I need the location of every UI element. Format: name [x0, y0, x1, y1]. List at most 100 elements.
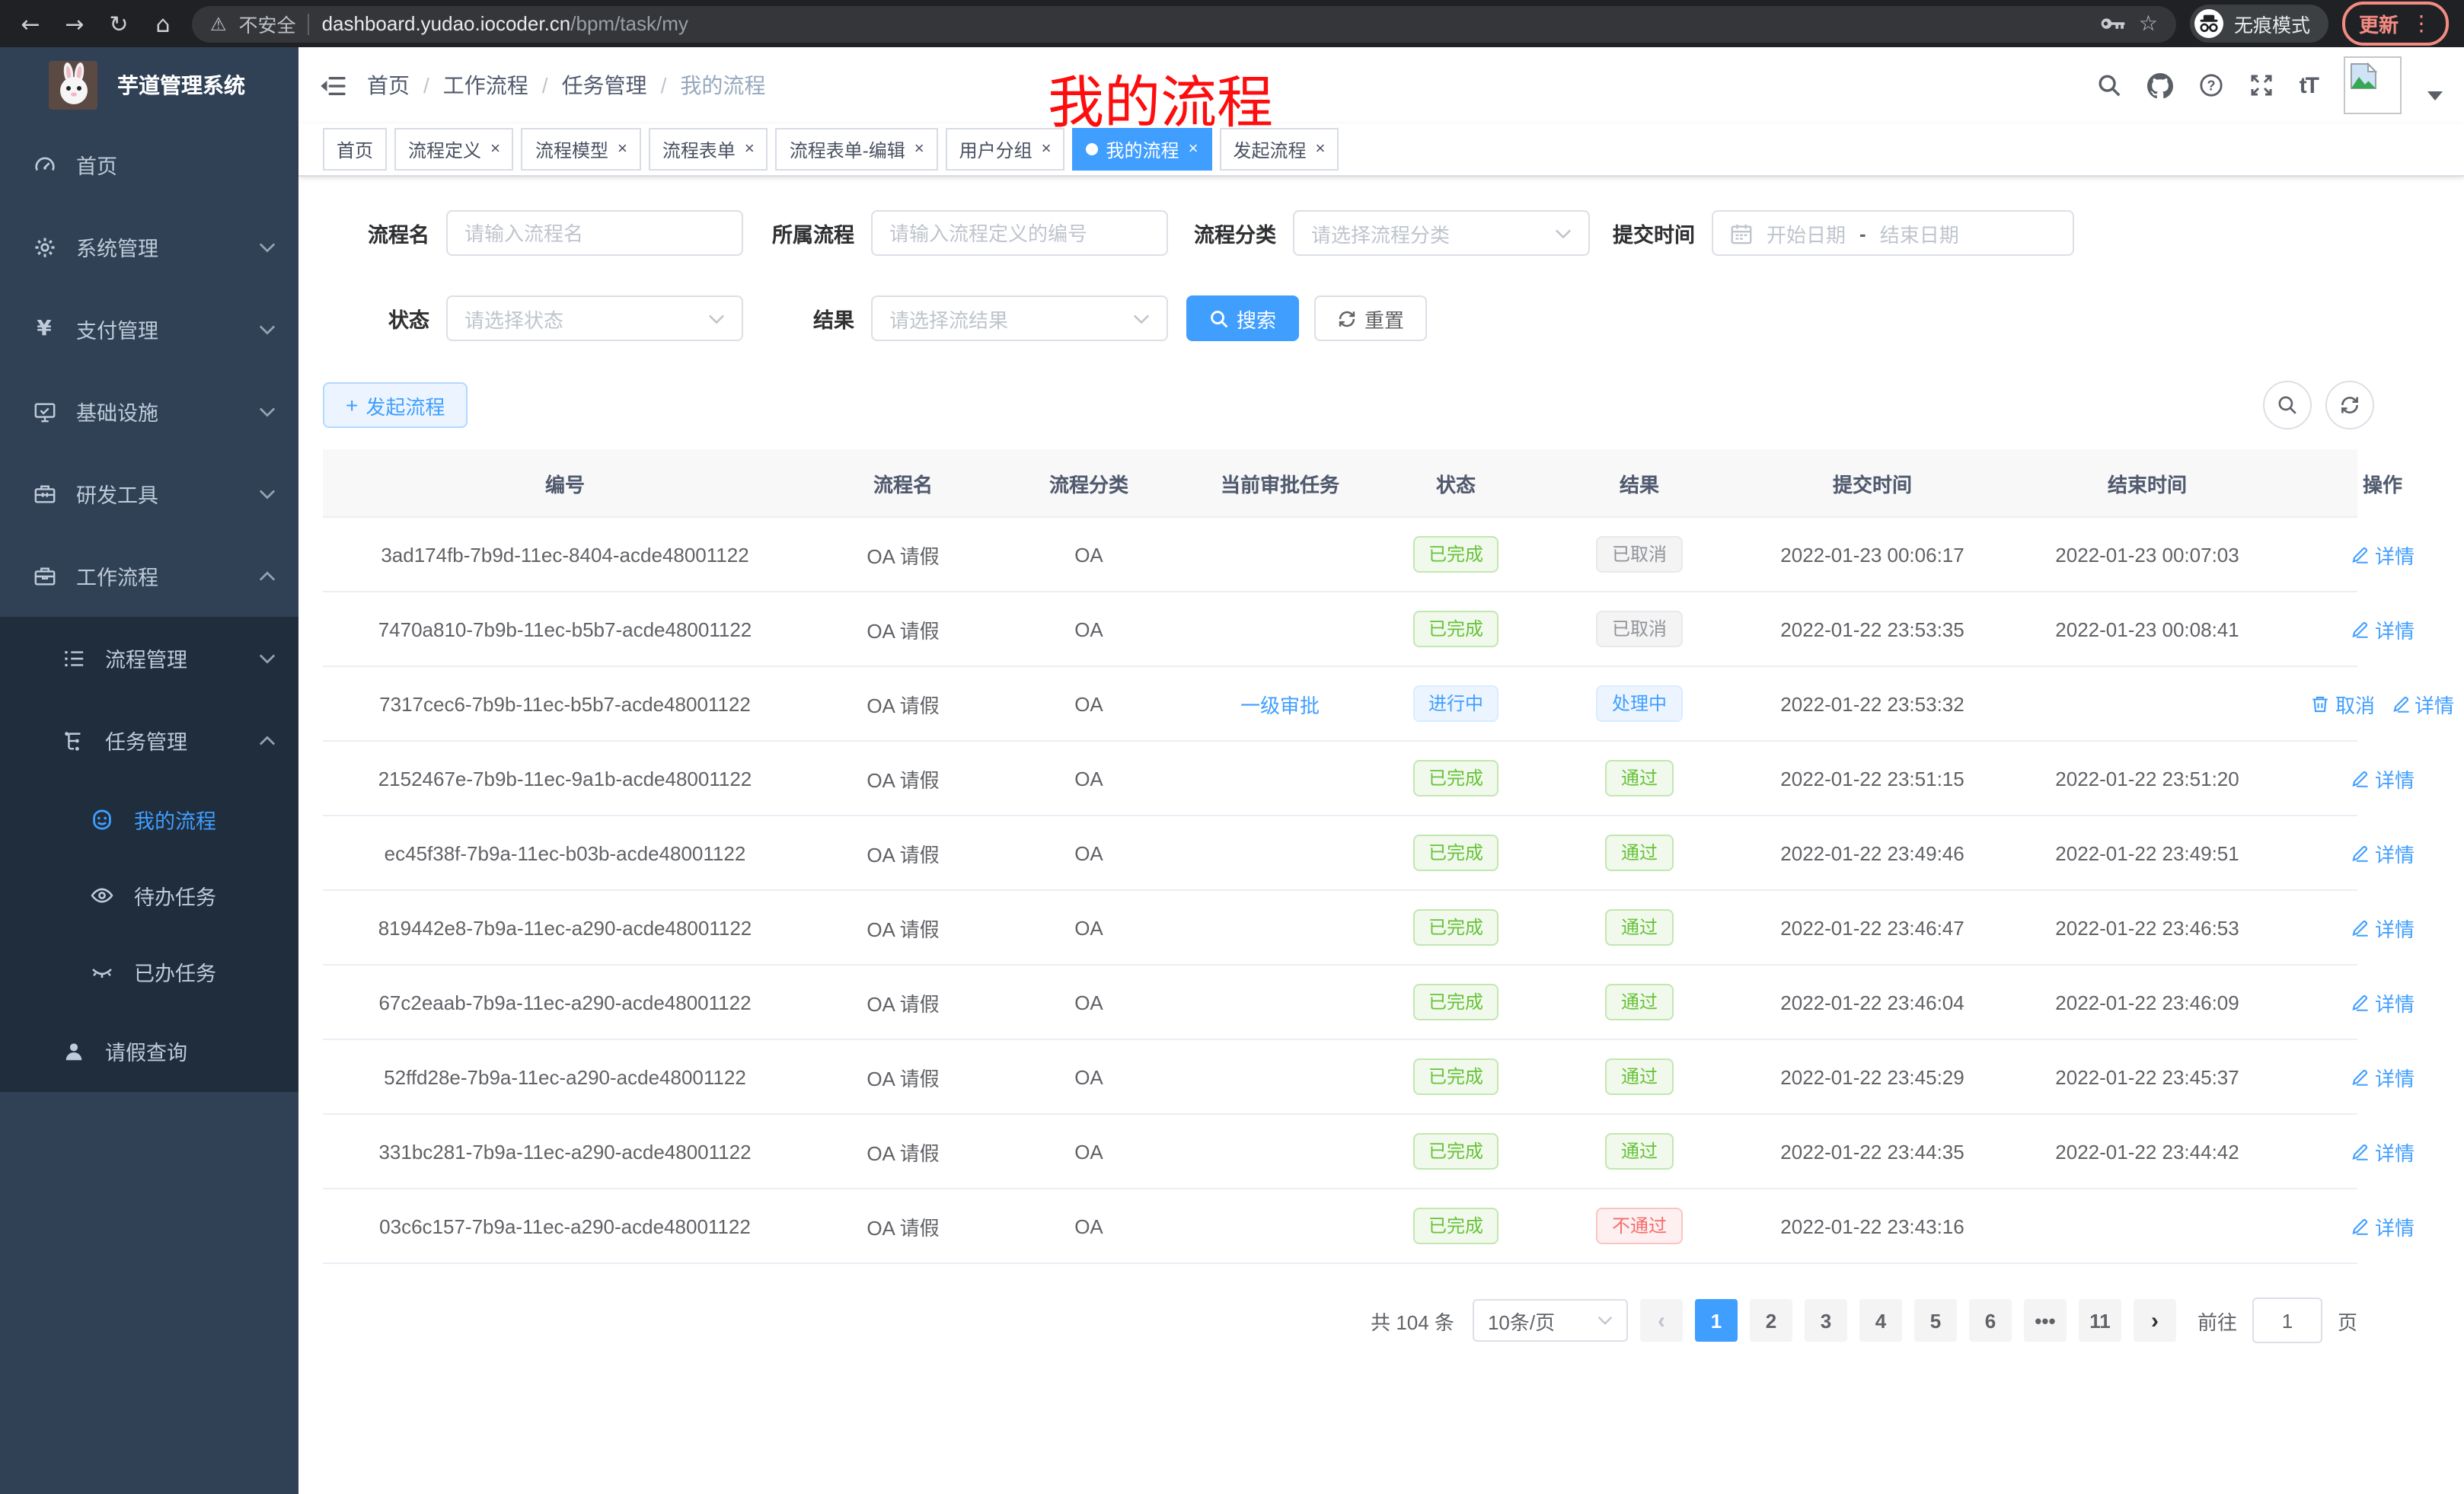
detail-link[interactable]: 详情: [2351, 988, 2415, 1017]
current-task-link[interactable]: 一级审批: [1240, 689, 1320, 718]
submit-time-range-picker[interactable]: 开始日期 - 结束日期: [1712, 210, 2074, 256]
page-button-2[interactable]: 2: [1750, 1299, 1792, 1342]
detail-link[interactable]: 详情: [2351, 615, 2415, 643]
tags-view: 首页流程定义×流程模型×流程表单×流程表单-编辑×用户分组×我的流程×发起流程×: [298, 123, 2464, 177]
sidebar-item-infrastructure[interactable]: 基础设施: [0, 370, 298, 452]
detail-link[interactable]: 详情: [2351, 1137, 2415, 1166]
sidebar-item-todo-tasks[interactable]: 待办任务: [0, 857, 298, 934]
tab-process-model[interactable]: 流程模型 ×: [522, 128, 641, 171]
security-label[interactable]: 不安全: [239, 9, 296, 38]
help-icon[interactable]: ?: [2199, 73, 2223, 97]
process-name-input[interactable]: [446, 210, 743, 256]
github-icon[interactable]: [2147, 72, 2173, 98]
tab-label: 流程模型: [535, 136, 608, 162]
detail-link[interactable]: 详情: [2351, 913, 2415, 942]
sidebar-item-label: 工作流程: [76, 560, 158, 591]
page-button-6[interactable]: 6: [1969, 1299, 2012, 1342]
table-search-icon[interactable]: [2263, 381, 2312, 429]
breadcrumb-item[interactable]: 首页: [367, 70, 410, 101]
close-icon[interactable]: ×: [914, 140, 924, 158]
sidebar-item-home[interactable]: 首页: [0, 123, 298, 206]
page-button-5[interactable]: 5: [1914, 1299, 1957, 1342]
page-button-4[interactable]: 4: [1859, 1299, 1902, 1342]
browser-menu-dots-icon[interactable]: ⋮: [2411, 11, 2432, 36]
browser-back-icon[interactable]: ←: [15, 10, 46, 37]
sidebar-item-leave-query[interactable]: 请假查询: [0, 1010, 298, 1092]
dashboard-icon: [30, 153, 58, 176]
search-icon[interactable]: [2097, 73, 2121, 97]
page-button-11[interactable]: 11: [2079, 1299, 2121, 1342]
avatar-caret-down-icon[interactable]: [2427, 91, 2443, 101]
tab-process-form-edit[interactable]: 流程表单-编辑×: [776, 128, 938, 171]
password-key-icon[interactable]: [2101, 17, 2127, 30]
tab-process-form[interactable]: 流程表单×: [649, 128, 768, 171]
create-process-button[interactable]: + 发起流程: [323, 382, 468, 428]
breadcrumb-item[interactable]: 工作流程: [443, 70, 528, 101]
tab-user-group[interactable]: 用户分组×: [946, 128, 1065, 171]
close-icon[interactable]: ×: [1042, 140, 1052, 158]
annotation-text: 我的流程: [1048, 56, 1273, 139]
close-icon[interactable]: ×: [490, 140, 500, 158]
close-icon[interactable]: ×: [1315, 140, 1325, 158]
sidebar-item-system[interactable]: 系统管理: [0, 206, 298, 288]
close-icon[interactable]: ×: [1189, 140, 1198, 158]
fullscreen-icon[interactable]: [2249, 73, 2274, 97]
tab-home[interactable]: 首页: [323, 128, 387, 171]
goto-page-input[interactable]: [2252, 1298, 2322, 1343]
edit-icon: [2351, 843, 2370, 863]
status-placeholder: 请选择状态: [464, 304, 563, 333]
page-size-select[interactable]: 10条/页: [1473, 1299, 1628, 1342]
cell-category: OA: [1074, 543, 1103, 566]
detail-link[interactable]: 详情: [2351, 540, 2415, 569]
detail-link[interactable]: 详情: [2351, 838, 2415, 867]
sidebar-item-label: 请假查询: [105, 1036, 187, 1066]
sidebar-item-done-tasks[interactable]: 已办任务: [0, 934, 298, 1010]
tab-process-definition[interactable]: 流程定义×: [394, 128, 514, 171]
update-button[interactable]: 更新 ⋮: [2342, 2, 2449, 46]
browser-home-icon[interactable]: ⌂: [148, 10, 178, 37]
sidebar-item-dev-tools[interactable]: 研发工具: [0, 452, 298, 535]
sidebar-item-workflow[interactable]: 工作流程: [0, 535, 298, 617]
sidebar-item-payment[interactable]: ¥支付管理: [0, 288, 298, 370]
font-size-icon[interactable]: tT: [2300, 72, 2318, 98]
category-select[interactable]: 请选择流程分类: [1293, 210, 1590, 256]
sidebar-item-my-process[interactable]: 我的流程: [0, 781, 298, 857]
cell-name: OA 请假: [867, 615, 939, 643]
page-button-1[interactable]: 1: [1695, 1299, 1738, 1342]
cell-submit-time: 2022-01-22 23:45:29: [1780, 1065, 1964, 1088]
sidebar-item-process-management[interactable]: 流程管理: [0, 617, 298, 699]
reset-button[interactable]: 重置: [1314, 295, 1427, 341]
avatar[interactable]: [2344, 56, 2402, 114]
breadcrumb-separator: /: [423, 73, 429, 97]
bookmark-star-icon[interactable]: ☆: [2139, 11, 2158, 36]
table-refresh-icon[interactable]: [2325, 381, 2374, 429]
detail-link[interactable]: 详情: [2351, 1211, 2415, 1240]
browser-reload-icon[interactable]: ↻: [104, 10, 134, 37]
result-select[interactable]: 请选择流结果: [871, 295, 1168, 341]
url-text[interactable]: dashboard.yudao.iocoder.cn/bpm/task/my: [322, 12, 688, 35]
close-icon[interactable]: ×: [745, 140, 755, 158]
page-ellipsis[interactable]: •••: [2024, 1299, 2067, 1342]
next-page-button[interactable]: ›: [2134, 1299, 2176, 1342]
sidebar-collapse-icon[interactable]: [320, 74, 346, 97]
browser-forward-icon[interactable]: →: [59, 10, 90, 37]
page-button-3[interactable]: 3: [1805, 1299, 1847, 1342]
detail-link[interactable]: 详情: [2390, 689, 2454, 718]
detail-link[interactable]: 详情: [2351, 764, 2415, 793]
result-placeholder: 请选择流结果: [889, 304, 1008, 333]
process-table: 编号流程名流程分类当前审批任务状态结果提交时间结束时间操作 3ad174fb-7…: [323, 449, 2357, 1264]
sidebar-item-task-management[interactable]: 任务管理: [0, 699, 298, 781]
prev-page-button[interactable]: ‹: [1640, 1299, 1683, 1342]
breadcrumb-item: 我的流程: [680, 70, 765, 101]
url-bar[interactable]: ⚠ 不安全 dashboard.yudao.iocoder.cn/bpm/tas…: [192, 5, 2176, 42]
edit-icon: [2351, 1141, 2370, 1161]
cancel-link[interactable]: 取消: [2311, 689, 2375, 718]
search-button[interactable]: 搜索: [1186, 295, 1299, 341]
parent-process-input[interactable]: [871, 210, 1168, 256]
logo-row[interactable]: 芋道管理系统: [0, 47, 298, 123]
detail-link[interactable]: 详情: [2351, 1062, 2415, 1091]
close-icon[interactable]: ×: [618, 140, 627, 158]
chevron-down-icon: [259, 488, 276, 499]
breadcrumb-item[interactable]: 任务管理: [562, 70, 647, 101]
status-select[interactable]: 请选择状态: [446, 295, 743, 341]
